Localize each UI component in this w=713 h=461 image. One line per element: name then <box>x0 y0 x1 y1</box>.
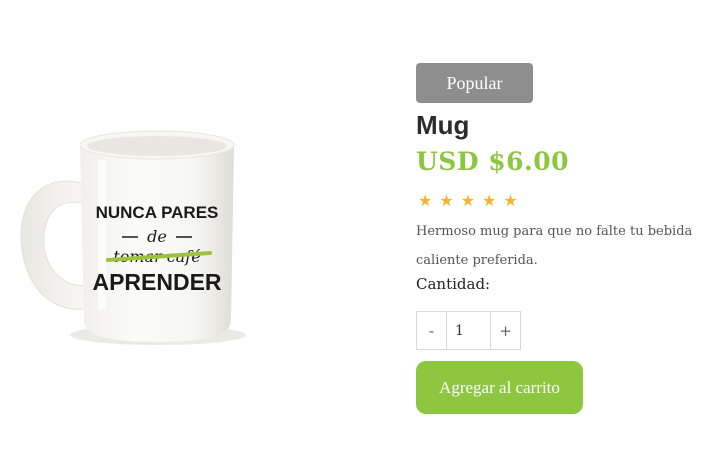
star-icon: ★ <box>503 191 518 210</box>
mug-text-line1: NUNCA PARES <box>96 203 219 222</box>
star-icon: ★ <box>460 191 476 210</box>
star-icon: ★ <box>418 191 433 210</box>
mug-handle <box>20 180 91 310</box>
add-to-cart-button[interactable]: Agregar al carrito <box>416 361 583 414</box>
star-icon: ★ <box>482 191 497 210</box>
popular-badge: Popular <box>416 63 533 103</box>
product-image: NUNCA PARES de tomar café APRENDER <box>0 90 260 360</box>
quantity-label: Cantidad: <box>416 275 491 293</box>
mug-text-line2: de <box>147 227 167 246</box>
star-rating: ★ ★ ★ ★ ★ <box>418 190 518 212</box>
product-description: Hermoso mug para que no falte tu bebida … <box>416 224 693 268</box>
decrement-button[interactable]: - <box>417 312 446 349</box>
product-title: Mug <box>416 110 470 140</box>
product-price: USD $6.00 <box>416 147 570 176</box>
mug-text-line4: APRENDER <box>92 269 221 295</box>
increment-button[interactable]: + <box>491 312 520 349</box>
quantity-input[interactable] <box>446 312 491 349</box>
quantity-stepper: - + <box>416 311 521 350</box>
star-icon: ★ <box>439 191 454 210</box>
